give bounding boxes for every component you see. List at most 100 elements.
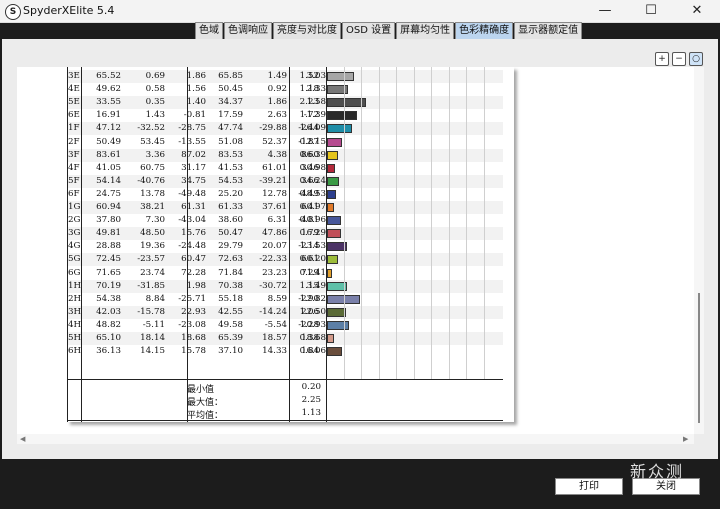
delta-e-value: 0.79 [299,228,319,239]
table-row: 4F 41.05 60.75 31.17 41.53 61.01 30.98 0.46 [67,162,503,175]
tab-monitor-rating[interactable]: 显示器额定值 [514,22,583,39]
delta-e-value: 0.81 [299,215,319,226]
delta-e-value: 1.90 [299,293,319,304]
lab-value: 41.53 [218,162,243,173]
close-window-button[interactable]: ✕ [674,0,720,22]
patch-id: 3E [68,71,80,81]
patch-id: 2H [68,293,82,304]
lab-value: 50.45 [218,84,243,95]
lab-value: 54.53 [218,175,243,186]
lab-value: 65.39 [218,333,243,343]
lab-value: 2.63 [267,110,287,121]
lab-value: -32.52 [137,123,165,134]
lab-value: 60.47 [181,254,206,265]
scroll-right-icon[interactable]: ▶ [683,434,688,444]
lab-value: 15.78 [181,346,206,357]
scroll-left-icon[interactable]: ◀ [20,434,25,444]
lab-value: 8.59 [267,293,287,304]
zoom-out-icon[interactable]: − [672,52,686,66]
table-row: 6G 71.65 23.74 72.28 71.84 23.23 71.41 0.29 [67,267,503,280]
table-row: 2H 54.38 8.84 -25.71 55.18 8.59 -22.82 1.90 [67,293,503,306]
lab-value: 23.74 [140,267,165,278]
table-row: 2G 37.80 7.30 -43.04 38.60 6.31 -40.96 0.81 [67,214,503,227]
lab-value: -0.81 [183,110,206,121]
table-row: 1G 60.94 38.21 61.31 61.33 37.61 60.97 0.41 [67,201,503,214]
tab-osd-settings[interactable]: OSD 设置 [342,22,396,39]
watermark: 新众测 [630,462,685,481]
lab-value: 8.84 [145,293,165,304]
lab-value: 48.82 [96,319,121,330]
lab-value: 17.59 [218,110,243,121]
lab-value: 38.21 [140,202,165,212]
delta-e-value: 0.29 [299,267,319,278]
table-row: 6H 36.13 14.15 15.78 37.10 14.33 16.06 0.84 [67,345,503,358]
maximize-button[interactable]: ☐ [628,0,674,22]
lab-value: 38.60 [218,215,243,226]
patch-id: 4E [68,84,80,95]
lab-value: 50.49 [96,136,121,147]
grid-line [431,67,432,379]
vertical-scroll-thumb[interactable] [698,293,700,423]
lab-value: -13.55 [178,136,206,147]
delta-e-value: 0.87 [299,136,319,147]
lab-value: 1.43 [145,110,165,121]
patch-id: 2G [68,215,81,226]
report-page: 3E 65.52 0.69 1.86 65.85 1.49 3.03 1.52 4E 49.62 0… [67,67,514,422]
tab-tone-response[interactable]: 色调响应 [224,22,272,39]
vertical-scrollbar[interactable] [694,67,704,434]
tab-gamut[interactable]: 色域 [195,22,223,39]
lab-value: 87.02 [181,149,206,160]
horizontal-scrollbar[interactable]: ◀ ▶ [17,434,694,444]
lab-value: 0.58 [145,84,165,95]
lab-value: 1.86 [186,71,206,81]
delta-e-value: 1.14 [299,241,319,252]
lab-value: 25.20 [218,188,243,199]
tab-color-accuracy[interactable]: 色彩精确度 [455,22,514,39]
table-divider [289,67,290,422]
lab-value: 34.75 [181,175,206,186]
lab-value: 14.15 [140,346,165,357]
lab-value: 54.38 [96,293,121,304]
lab-value: -23.57 [137,254,165,265]
lab-value: 1.40 [186,97,206,108]
lab-value: -15.78 [137,306,165,317]
lab-value: -5.54 [264,319,287,330]
lab-value: 49.58 [218,319,243,330]
lab-value: 55.18 [218,293,243,304]
zoom-fit-icon[interactable]: ○ [689,52,703,66]
lab-value: 28.88 [96,241,121,252]
lab-value: 1.49 [267,71,287,81]
lab-value: -49.48 [178,188,206,199]
summary-min-value: 0.20 [301,382,321,392]
lab-value: 1.98 [186,280,206,291]
print-button[interactable]: 打印 [555,478,623,495]
table-row: 6E 16.91 1.43 -0.81 17.59 2.63 -1.39 1.72 [67,109,503,122]
lab-value: 49.81 [96,228,121,239]
table-row: 3H 42.03 -15.78 22.93 42.55 -14.24 22.50 1.06 [67,305,503,319]
patch-id: 5H [68,333,82,343]
table-row: 3G 49.81 48.50 15.76 50.47 47.86 16.29 0.79 [67,227,503,241]
lab-value: 65.10 [96,333,121,343]
grid-line [483,67,485,379]
patch-id: 6F [68,188,80,199]
lab-value: 6.31 [267,215,287,226]
delta-e-bar [327,320,350,330]
tab-screen-uniformity[interactable]: 屏幕均匀性 [396,22,455,39]
tab-brightness-contrast[interactable]: 亮度与对比度 [273,22,341,39]
delta-e-bar [327,189,336,199]
patch-id: 5G [68,254,81,265]
lab-value: 22.93 [181,306,206,317]
title-bar: S SpyderXElite 5.4 — ☐ ✕ [0,0,720,23]
delta-e-bar [327,85,348,95]
delta-e-value: 0.61 [299,254,319,265]
lab-value: 13.78 [140,188,165,199]
lab-value: -25.71 [178,293,206,304]
minimize-button[interactable]: — [582,0,628,22]
lab-value: -43.04 [178,215,206,226]
zoom-in-icon[interactable]: + [655,52,669,66]
lab-value: 65.52 [96,71,121,81]
lab-value: -14.24 [259,306,287,317]
lab-value: 47.12 [96,123,121,134]
window-title: SpyderXElite 5.4 [23,4,115,17]
patch-id: 2F [68,136,80,147]
